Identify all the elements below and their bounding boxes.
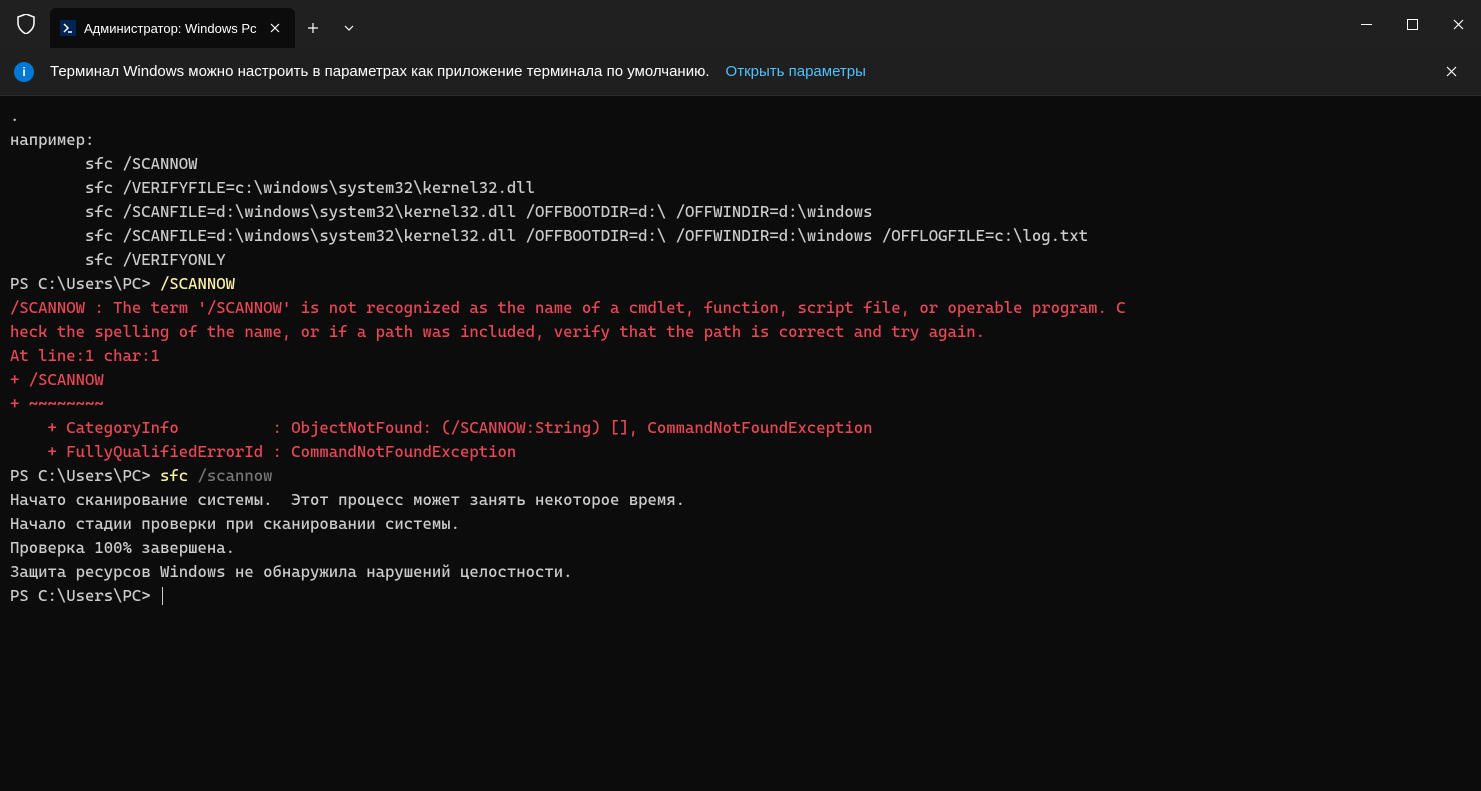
shield-icon xyxy=(10,8,42,40)
close-button[interactable] xyxy=(1435,0,1481,48)
terminal-line: sfc /SCANFILE=d:\windows\system32\kernel… xyxy=(10,224,1471,248)
terminal-line: /SCANNOW : The term '/SCANNOW' is not re… xyxy=(10,296,1471,320)
tab-powershell[interactable]: Администратор: Windows Pc xyxy=(50,8,295,48)
terminal-line: + FullyQualifiedErrorId : CommandNotFoun… xyxy=(10,440,1471,464)
powershell-icon xyxy=(60,20,76,36)
info-message: Терминал Windows можно настроить в парам… xyxy=(50,63,710,80)
info-bar: i Терминал Windows можно настроить в пар… xyxy=(0,48,1481,96)
terminal-line: + /SCANNOW xyxy=(10,368,1471,392)
tab-title: Администратор: Windows Pc xyxy=(84,21,257,36)
terminal-line: sfc /SCANFILE=d:\windows\system32\kernel… xyxy=(10,200,1471,224)
titlebar: Администратор: Windows Pc xyxy=(0,0,1481,48)
terminal-line: Проверка 100% завершена. xyxy=(10,536,1471,560)
terminal-line: sfc /VERIFYFILE=c:\windows\system32\kern… xyxy=(10,176,1471,200)
new-tab-button[interactable] xyxy=(295,8,331,48)
terminal-line: PS C:\Users\PC> sfc /scannow xyxy=(10,464,1471,488)
terminal-line: . xyxy=(10,104,1471,128)
info-close-button[interactable] xyxy=(1435,56,1467,88)
terminal-line: например: xyxy=(10,128,1471,152)
tab-dropdown-button[interactable] xyxy=(331,8,367,48)
window-controls xyxy=(1343,0,1481,48)
terminal-line: + ~~~~~~~~ xyxy=(10,392,1471,416)
terminal-line: At line:1 char:1 xyxy=(10,344,1471,368)
terminal-line: sfc /SCANNOW xyxy=(10,152,1471,176)
titlebar-left xyxy=(0,0,42,48)
maximize-button[interactable] xyxy=(1389,0,1435,48)
terminal-line: + CategoryInfo : ObjectNotFound: (/SCANN… xyxy=(10,416,1471,440)
terminal-line: Начато сканирование системы. Этот процес… xyxy=(10,488,1471,512)
minimize-button[interactable] xyxy=(1343,0,1389,48)
terminal-line: Начало стадии проверки при сканировании … xyxy=(10,512,1471,536)
terminal-cursor xyxy=(162,587,163,605)
terminal-line: Защита ресурсов Windows не обнаружила на… xyxy=(10,560,1471,584)
terminal-line: PS C:\Users\PC> xyxy=(10,584,1471,608)
open-settings-link[interactable]: Открыть параметры xyxy=(726,63,866,80)
terminal-line: PS C:\Users\PC> /SCANNOW xyxy=(10,272,1471,296)
titlebar-drag-area[interactable] xyxy=(367,0,1343,48)
terminal-line: sfc /VERIFYONLY xyxy=(10,248,1471,272)
terminal-output[interactable]: .например: sfc /SCANNOW sfc /VERIFYFILE=… xyxy=(0,96,1481,791)
info-icon: i xyxy=(14,62,34,82)
tab-close-button[interactable] xyxy=(265,18,285,38)
terminal-line: heck the spelling of the name, or if a p… xyxy=(10,320,1471,344)
